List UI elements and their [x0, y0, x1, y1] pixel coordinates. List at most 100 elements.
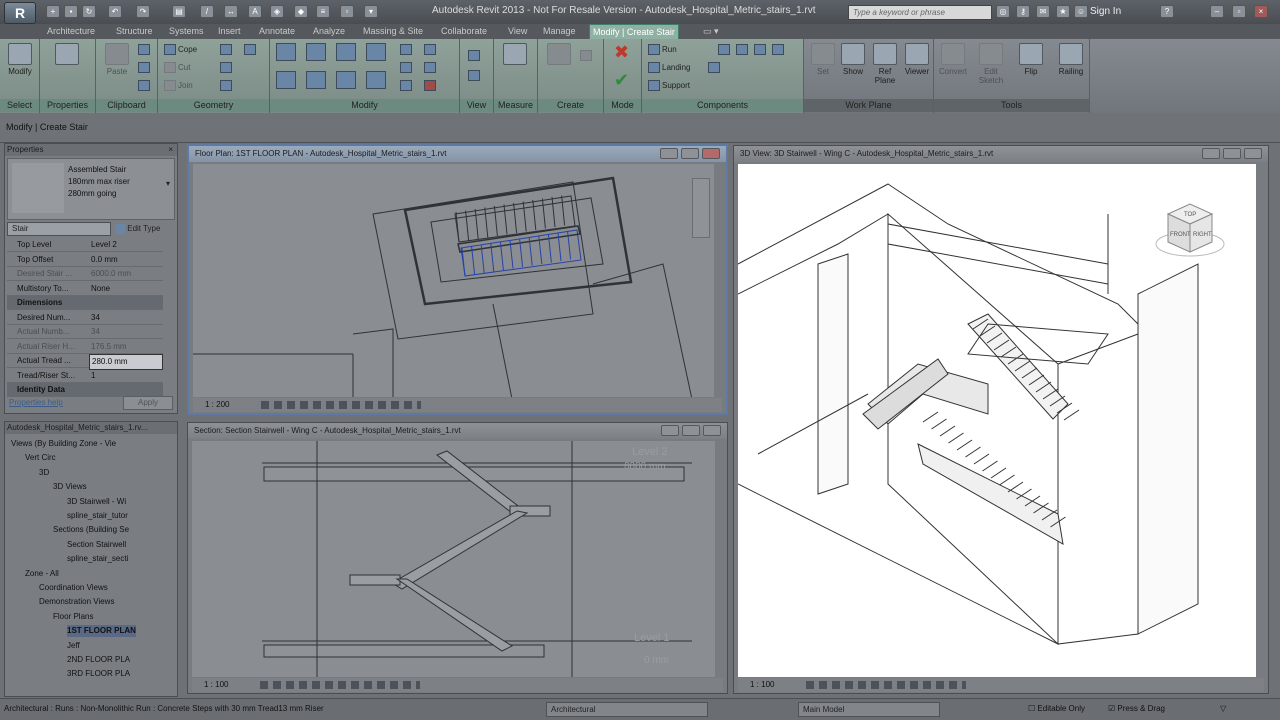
properties-help-link[interactable]: Properties help	[9, 398, 63, 407]
floor-plan-scale[interactable]: 1 : 200	[205, 398, 229, 412]
landing-button[interactable]: Landing	[648, 61, 690, 75]
run-winder-button[interactable]	[772, 43, 786, 57]
convert-button[interactable]: Convert	[936, 43, 970, 87]
tab-annotate[interactable]: Annotate	[256, 24, 298, 39]
floor-plan-canvas[interactable]	[193, 164, 714, 397]
paint-button[interactable]	[220, 79, 234, 93]
property-value[interactable]: None	[89, 282, 163, 296]
tab-architecture[interactable]: Architecture	[44, 24, 98, 39]
view-cube[interactable]: TOP FRONT RIGHT	[1155, 203, 1225, 257]
property-value[interactable]: 0.0 mm	[89, 253, 163, 267]
browser-tree-item[interactable]: Demonstration Views	[39, 596, 114, 608]
show-workplane-button[interactable]: Show	[836, 43, 870, 87]
workset-dropdown[interactable]: Architectural	[546, 702, 708, 717]
measure-icon[interactable]: /	[200, 5, 214, 18]
browser-tree-item[interactable]: 1ST FLOOR PLAN	[67, 625, 136, 638]
application-menu-button[interactable]: R	[4, 2, 36, 24]
cut-geometry-button[interactable]: Cut	[164, 61, 190, 75]
demolish-button[interactable]	[244, 43, 258, 57]
modify-button[interactable]: Modify	[3, 43, 37, 87]
property-row[interactable]: Desired Stair ... 6000.0 mm	[7, 267, 163, 281]
split-face-button[interactable]	[220, 61, 234, 75]
support-button[interactable]: Support	[648, 79, 690, 93]
property-value[interactable]: Level 2	[89, 238, 163, 252]
browser-tree-item[interactable]: Sections (Building Se	[53, 524, 129, 536]
match-properties-button[interactable]	[138, 79, 152, 93]
sync-icon[interactable]: ↻	[82, 5, 96, 18]
align-button[interactable]	[276, 43, 298, 61]
cope-button[interactable]: Cope	[164, 43, 197, 57]
scale-button[interactable]	[400, 79, 414, 93]
view-control-icons[interactable]	[806, 681, 966, 689]
tab-view[interactable]: View	[505, 24, 530, 39]
browser-tree-item[interactable]: spline_stair_tutor	[67, 510, 128, 522]
maximize-view-icon[interactable]	[682, 425, 700, 436]
run-button[interactable]: Run	[648, 43, 677, 57]
customize-qat-icon[interactable]: ▾	[364, 5, 378, 18]
unpin-button[interactable]	[424, 61, 438, 75]
close-hidden-icon[interactable]: ▫	[340, 5, 354, 18]
browser-tree-item[interactable]: spline_stair_secti	[67, 553, 128, 565]
tag-icon[interactable]: A	[248, 5, 262, 18]
move-button[interactable]	[276, 71, 298, 89]
set-workplane-button[interactable]: Set	[806, 43, 840, 87]
filter-icon[interactable]: ▽	[1220, 704, 1226, 713]
property-row[interactable]: Top Level Level 2	[7, 238, 163, 252]
tab-collaborate[interactable]: Collaborate	[438, 24, 490, 39]
edit-sketch-button[interactable]: Edit Sketch	[974, 43, 1008, 87]
type-selector[interactable]: Assembled Stair 180mm max riser 280mm go…	[7, 158, 175, 220]
browser-tree-item[interactable]: Coordination Views	[39, 582, 108, 594]
favorites-icon[interactable]: ★	[1056, 5, 1070, 18]
3d-view[interactable]: 3D View: 3D Stairwell - Wing C - Autodes…	[733, 145, 1269, 694]
join-button[interactable]: Join	[164, 79, 193, 93]
property-row[interactable]: Actual Tread ... 280.0 mm	[7, 354, 163, 370]
create-similar-button[interactable]	[542, 43, 576, 87]
browser-tree-item[interactable]: Floor Plans	[53, 611, 93, 623]
view-control-icons[interactable]	[260, 681, 420, 689]
property-group-row[interactable]: Identity Data	[7, 383, 163, 397]
browser-tree-item[interactable]: Section Stairwell	[67, 539, 126, 551]
property-row[interactable]: Actual Riser H... 176.5 mm	[7, 340, 163, 354]
properties-button[interactable]	[50, 43, 84, 87]
mirror-pick-button[interactable]	[336, 43, 358, 61]
minimize-view-icon[interactable]	[661, 425, 679, 436]
mirror-draw-button[interactable]	[366, 43, 388, 61]
close-palette-icon[interactable]: ×	[168, 144, 173, 156]
dimension-icon[interactable]: ↔	[224, 5, 238, 18]
close-view-icon[interactable]	[1244, 148, 1262, 159]
property-row[interactable]: Top Offset 0.0 mm	[7, 253, 163, 267]
property-row[interactable]: Actual Numb... 34	[7, 325, 163, 339]
cancel-edit-mode-button[interactable]: ✖	[614, 43, 629, 61]
ribbon-minimize-icon[interactable]: ▭ ▾	[700, 24, 722, 39]
browser-tree-item[interactable]: Vert Circ	[25, 452, 56, 464]
property-value[interactable]: 34	[89, 311, 163, 325]
maximize-view-icon[interactable]	[681, 148, 699, 159]
binoculars-icon[interactable]: ◎	[996, 5, 1010, 18]
railing-button[interactable]: Railing	[1054, 43, 1088, 87]
tab-manage[interactable]: Manage	[540, 24, 579, 39]
tab-insert[interactable]: Insert	[215, 24, 244, 39]
minimize-view-icon[interactable]	[1202, 148, 1220, 159]
tab-analyze[interactable]: Analyze	[310, 24, 348, 39]
hide-element-button[interactable]	[468, 49, 482, 63]
help-icon[interactable]: ?	[1160, 5, 1174, 18]
tab-structure[interactable]: Structure	[113, 24, 156, 39]
array-button[interactable]	[400, 61, 414, 75]
run-spiral-button[interactable]	[736, 43, 750, 57]
restore-icon[interactable]: ▫	[1232, 5, 1246, 18]
section-view[interactable]: Section: Section Stairwell - Wing C - Au…	[187, 422, 728, 694]
paste-button[interactable]: Paste	[100, 43, 134, 87]
offset-button[interactable]	[306, 43, 328, 61]
type-dropdown-icon[interactable]: ▾	[166, 179, 170, 188]
finish-edit-mode-button[interactable]: ✔	[614, 71, 629, 89]
sign-in-link[interactable]: Sign In	[1090, 6, 1121, 17]
section-canvas[interactable]: Level 2 6000 mm Level 1 0 mm	[192, 441, 715, 677]
browser-tree-item[interactable]: Zone - All	[25, 568, 59, 580]
ref-plane-button[interactable]: Ref Plane	[868, 43, 902, 87]
instance-filter-dropdown[interactable]: Stair	[7, 222, 111, 236]
3d-canvas[interactable]: TOP FRONT RIGHT	[738, 164, 1256, 677]
maximize-view-icon[interactable]	[1223, 148, 1241, 159]
floor-plan-view[interactable]: Floor Plan: 1ST FLOOR PLAN - Autodesk_Ho…	[187, 144, 728, 415]
wall-joins-button[interactable]	[220, 43, 234, 57]
property-row[interactable]: Tread/Riser St... 1	[7, 369, 163, 383]
